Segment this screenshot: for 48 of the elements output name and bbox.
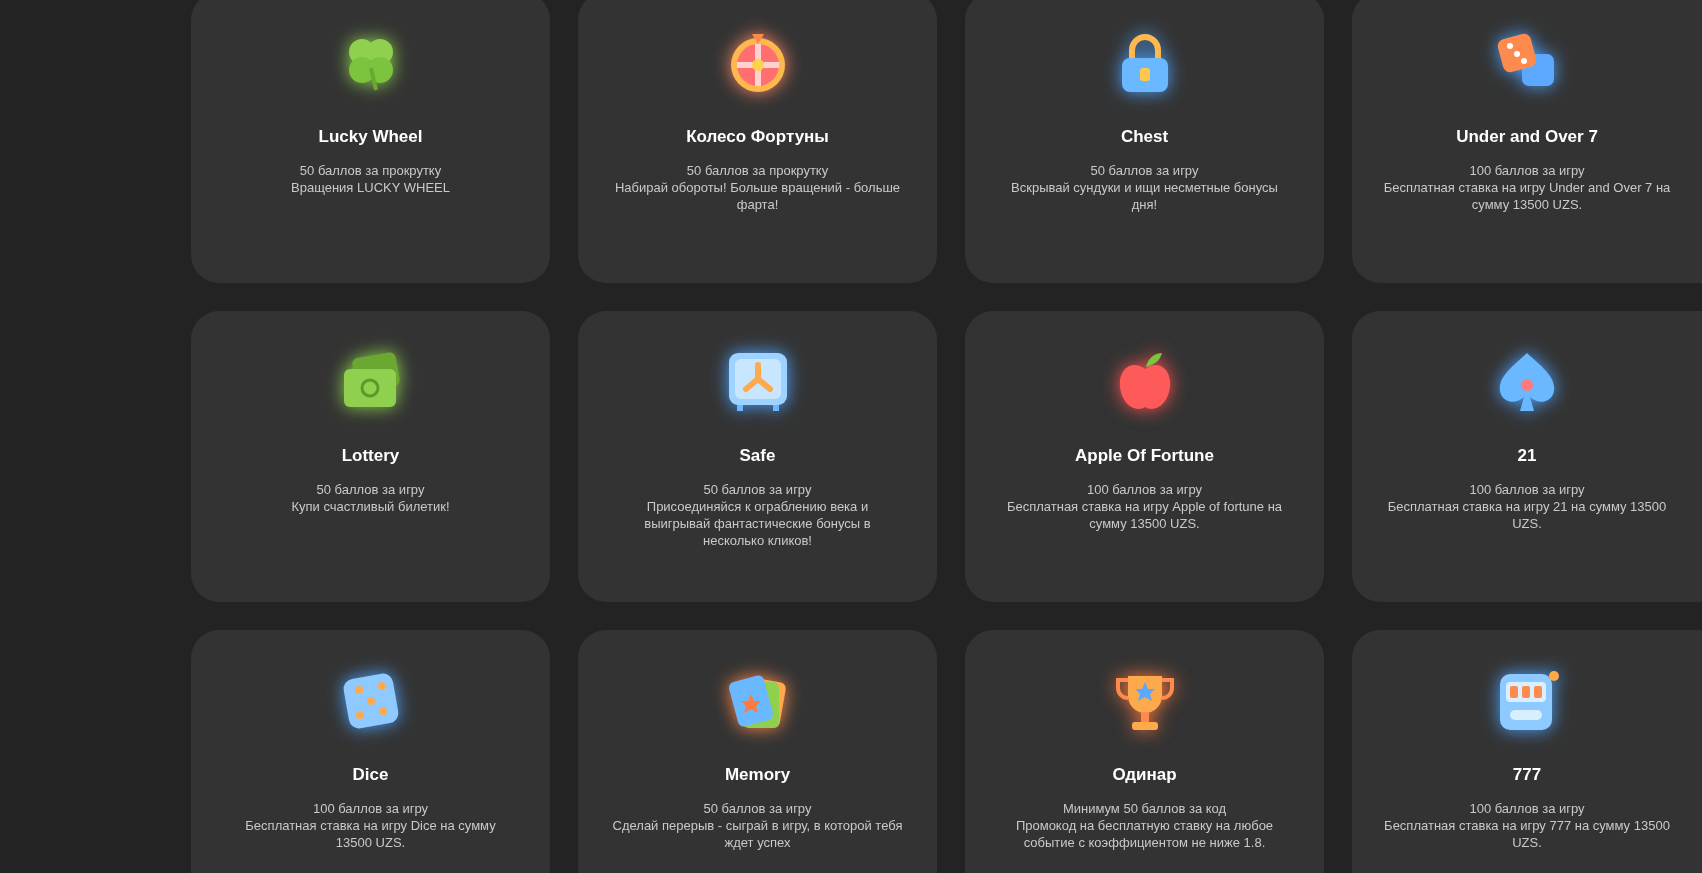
game-card[interactable]: Колесо Фортуны 50 баллов за прокрутку Набирай обороты! Больше вращений - больше фарта! [578,0,937,283]
game-card[interactable]: 21 100 баллов за игру Бесплатная ставка на игру 21 на сумму 13500 UZS. [1352,311,1702,602]
game-title: 21 [1516,445,1538,467]
points-text: Минимум 50 баллов за код [1061,799,1228,817]
game-card[interactable]: Memory 50 баллов за игру Сделай перерыв - сыграй в игру, в которой тебя ждет успех [578,630,937,873]
game-description: Присоединяйся к ограблению века и выигрывай фантастические бонусы в несколько кликов! [643,497,872,549]
game-description: Купи счастливый билетик! [290,497,451,515]
game-description: Набирай обороты! Больше вращений - больше фарта! [613,178,902,213]
game-description: Бесплатная ставка на игру Under and Over 7 на сумму 13500 UZS. [1382,178,1672,213]
points-text: 100 баллов за игру [1468,480,1586,498]
game-card[interactable]: Apple Of Fortune 100 баллов за игру Бесплатная ставка на игру Apple of fortune на сумму 13500 UZS. [965,311,1324,602]
game-title: Memory [723,764,792,786]
game-title: 777 [1511,764,1543,786]
points-text: 50 баллов за прокрутку [298,161,443,179]
game-card[interactable]: Under and Over 7 100 баллов за игру Бесплатная ставка на игру Under and Over 7 на сумму 13500 UZS. [1352,0,1702,283]
game-title: Dice [351,764,390,786]
points-text: 100 баллов за игру [1468,161,1586,179]
game-title: Lottery [340,445,401,467]
game-card[interactable]: 777 100 баллов за игру Бесплатная ставка на игру 777 на сумму 13500 UZS. [1352,630,1702,873]
game-title: Колесо Фортуны [685,126,830,148]
points-text: 50 баллов за прокрутку [685,161,830,179]
game-description: Бесплатная ставка на игру Apple of fortune на сумму 13500 UZS. [1005,497,1284,532]
points-text: 50 баллов за игру [315,480,426,498]
game-card[interactable]: Safe 50 баллов за игру Присоединяйся к ограблению века и выигрывай фантастические бонусы в несколько кликов! [578,311,937,602]
game-title: Under and Over 7 [1455,126,1599,148]
game-title: Lucky Wheel [317,126,424,148]
game-title: Safe [738,445,777,467]
game-card[interactable]: Одинар Минимум 50 баллов за код Промокод на бесплатную ставку на любое событие с коэффициентом не ниже 1.8. [965,630,1324,873]
game-description: Промокод на бесплатную ставку на любое событие с коэффициентом не ниже 1.8. [1014,816,1275,851]
game-description: Вращения LUCKY WHEEL [290,178,451,196]
game-title: Chest [1119,126,1170,148]
points-text: 50 баллов за игру [1089,161,1200,179]
game-title: Одинар [1111,764,1178,786]
points-text: 100 баллов за игру [1085,480,1204,498]
game-description: Бесплатная ставка на игру 777 на сумму 13500 UZS. [1383,816,1671,851]
game-card[interactable]: Lottery 50 баллов за игру Купи счастливый билетик! [191,311,550,602]
game-card[interactable]: Dice 100 баллов за игру Бесплатная ставка на игру Dice на сумму 13500 UZS. [191,630,550,873]
points-text: 50 баллов за игру [702,799,813,817]
game-card[interactable]: Chest 50 баллов за игру Вскрывай сундуки и ищи несметные бонусы дня! [965,0,1324,283]
game-description: Бесплатная ставка на игру 21 на сумму 13500 UZS. [1386,497,1668,532]
game-card[interactable]: Lucky Wheel 50 баллов за прокрутку Вращения LUCKY WHEEL [191,0,550,283]
game-description: Сделай перерыв - сыграй в игру, в которой тебя ждет успех [612,816,903,851]
points-text: 100 баллов за игру [1468,799,1586,817]
game-description: Бесплатная ставка на игру Dice на сумму 13500 UZS. [244,816,497,851]
game-title: Apple Of Fortune [1074,445,1215,467]
points-text: 100 баллов за игру [311,799,430,817]
points-text: 50 баллов за игру [702,480,813,498]
game-description: Вскрывай сундуки и ищи несметные бонусы дня! [1010,178,1279,213]
